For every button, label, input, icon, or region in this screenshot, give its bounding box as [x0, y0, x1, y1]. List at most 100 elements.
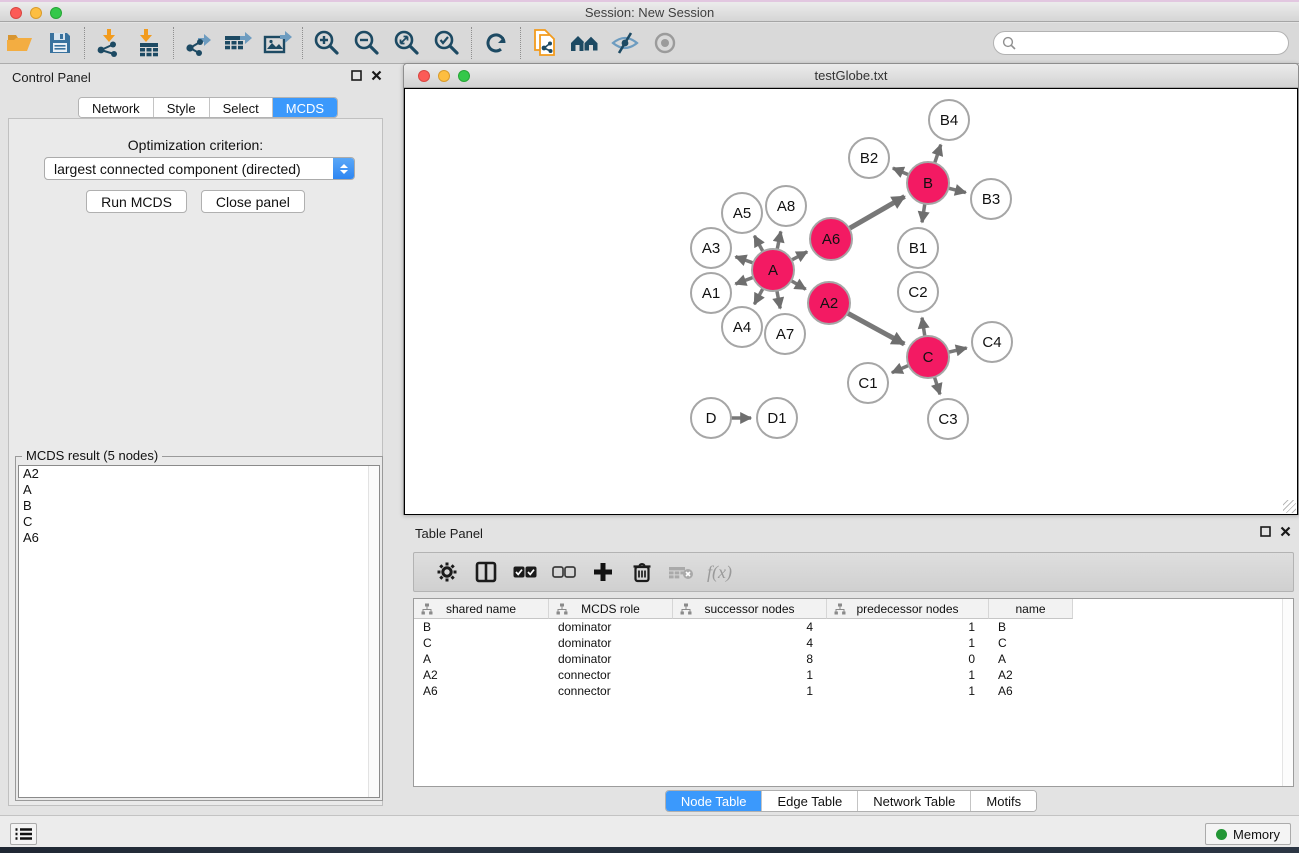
table-panel: Table Panel [403, 520, 1299, 815]
column-header-shared-name[interactable]: shared name [414, 599, 549, 619]
control-panel-header: Control Panel [0, 64, 390, 90]
graph-node-C4[interactable]: C4 [972, 322, 1012, 362]
column-header-name[interactable]: name [989, 599, 1073, 619]
create-column-button[interactable] [584, 556, 621, 588]
graph-node-B[interactable]: B [907, 162, 949, 204]
mcds-result-title: MCDS result (5 nodes) [22, 448, 162, 463]
tab-style[interactable]: Style [154, 98, 210, 117]
result-item[interactable]: C [19, 514, 379, 530]
close-panel-button[interactable]: Close panel [201, 190, 305, 213]
cell-MCDS-role: dominator [549, 619, 673, 635]
save-session-button[interactable] [40, 26, 80, 60]
column-header-MCDS-role[interactable]: MCDS role [549, 599, 673, 619]
tab-edge-table[interactable]: Edge Table [762, 791, 858, 811]
resize-grip[interactable] [1283, 500, 1296, 513]
tab-network-table[interactable]: Network Table [858, 791, 971, 811]
graph-node-B2[interactable]: B2 [849, 138, 889, 178]
tab-select[interactable]: Select [210, 98, 273, 117]
close-panel-icon[interactable] [1280, 526, 1291, 537]
graph-node-D[interactable]: D [691, 398, 731, 438]
tab-network[interactable]: Network [79, 98, 154, 117]
table-row[interactable]: A2connector11A2 [414, 667, 1293, 683]
zoom-fit-button[interactable] [387, 26, 427, 60]
table-scrollbar[interactable] [1282, 599, 1293, 786]
delete-column-button[interactable] [623, 556, 660, 588]
task-list-icon [15, 827, 32, 841]
column-header-successor-nodes[interactable]: successor nodes [673, 599, 827, 619]
close-panel-icon[interactable] [371, 70, 382, 81]
graph-node-B4[interactable]: B4 [929, 100, 969, 140]
clone-network-icon [532, 29, 558, 57]
graph-node-A[interactable]: A [752, 249, 794, 291]
graph-node-A8[interactable]: A8 [766, 186, 806, 226]
optimization-criterion-dropdown[interactable]: largest connected component (directed) [44, 157, 355, 180]
table-settings-button[interactable] [428, 556, 465, 588]
svg-text:C: C [923, 349, 934, 366]
network-canvas[interactable]: A A1 A2 A3 A4 A5 A6 A7 A8 B B1 B2 B3B4 C C1 C2 C3C4 D D1 [404, 88, 1298, 515]
save-floppy-icon [48, 31, 72, 55]
task-history-button[interactable] [10, 823, 37, 845]
cell-predecessor-nodes: 1 [827, 683, 989, 699]
column-header-predecessor-nodes[interactable]: predecessor nodes [827, 599, 989, 619]
graph-node-B1[interactable]: B1 [898, 228, 938, 268]
show-column-button[interactable] [467, 556, 504, 588]
graph-node-A3[interactable]: A3 [691, 228, 731, 268]
svg-text:A4: A4 [733, 319, 751, 336]
svg-text:A: A [768, 262, 778, 279]
zoom-selected-button[interactable] [427, 26, 467, 60]
graph-node-B3[interactable]: B3 [971, 179, 1011, 219]
run-mcds-button[interactable]: Run MCDS [86, 190, 187, 213]
apply-layout-button[interactable] [476, 26, 516, 60]
import-network-button[interactable] [89, 26, 129, 60]
result-item[interactable]: A2 [19, 466, 379, 482]
graph-node-A5[interactable]: A5 [722, 193, 762, 233]
deselect-all-button[interactable] [545, 556, 582, 588]
table-row[interactable]: Adominator80A [414, 651, 1293, 667]
tab-motifs[interactable]: Motifs [971, 791, 1036, 811]
graph-node-C[interactable]: C [907, 336, 949, 378]
result-item[interactable]: B [19, 498, 379, 514]
float-panel-icon[interactable] [1260, 526, 1271, 537]
refresh-icon [483, 30, 509, 56]
export-image-button[interactable] [258, 26, 298, 60]
graph-node-A6[interactable]: A6 [810, 218, 852, 260]
graph-node-C2[interactable]: C2 [898, 272, 938, 312]
graph-node-A4[interactable]: A4 [722, 307, 762, 347]
graph-node-C1[interactable]: C1 [848, 363, 888, 403]
show-graphics-button[interactable] [645, 26, 685, 60]
result-item[interactable]: A [19, 482, 379, 498]
open-folder-icon [6, 31, 34, 55]
table-row[interactable]: A6connector11A6 [414, 683, 1293, 699]
hide-graphics-button[interactable] [605, 26, 645, 60]
search-input[interactable] [1017, 36, 1280, 50]
zoom-out-button[interactable] [347, 26, 387, 60]
float-panel-icon[interactable] [351, 70, 362, 81]
cell-MCDS-role: connector [549, 667, 673, 683]
open-file-button[interactable] [0, 26, 40, 60]
graph-node-D1[interactable]: D1 [757, 398, 797, 438]
result-item[interactable]: A6 [19, 530, 379, 546]
select-all-button[interactable] [506, 556, 543, 588]
cyndex-browser-button[interactable] [565, 26, 605, 60]
cell-shared-name: A6 [414, 683, 549, 699]
graph-node-A1[interactable]: A1 [691, 273, 731, 313]
table-row[interactable]: Cdominator41C [414, 635, 1293, 651]
graph-node-A7[interactable]: A7 [765, 314, 805, 354]
import-table-button[interactable] [129, 26, 169, 60]
cell-predecessor-nodes: 1 [827, 635, 989, 651]
table-row[interactable]: Bdominator41B [414, 619, 1293, 635]
result-list-scrollbar[interactable] [368, 466, 379, 797]
clone-network-button[interactable] [525, 26, 565, 60]
graph-node-A2[interactable]: A2 [808, 282, 850, 324]
graph-node-C3[interactable]: C3 [928, 399, 968, 439]
dropdown-value: largest connected component (directed) [54, 161, 301, 177]
network-window-title: testGlobe.txt [404, 68, 1298, 83]
export-network-button[interactable] [178, 26, 218, 60]
export-table-button[interactable] [218, 26, 258, 60]
search-box[interactable] [993, 31, 1289, 55]
cell-successor-nodes: 1 [673, 683, 827, 699]
tab-mcds[interactable]: MCDS [273, 98, 337, 117]
tab-node-table[interactable]: Node Table [666, 791, 763, 811]
zoom-in-button[interactable] [307, 26, 347, 60]
memory-button[interactable]: Memory [1205, 823, 1291, 845]
